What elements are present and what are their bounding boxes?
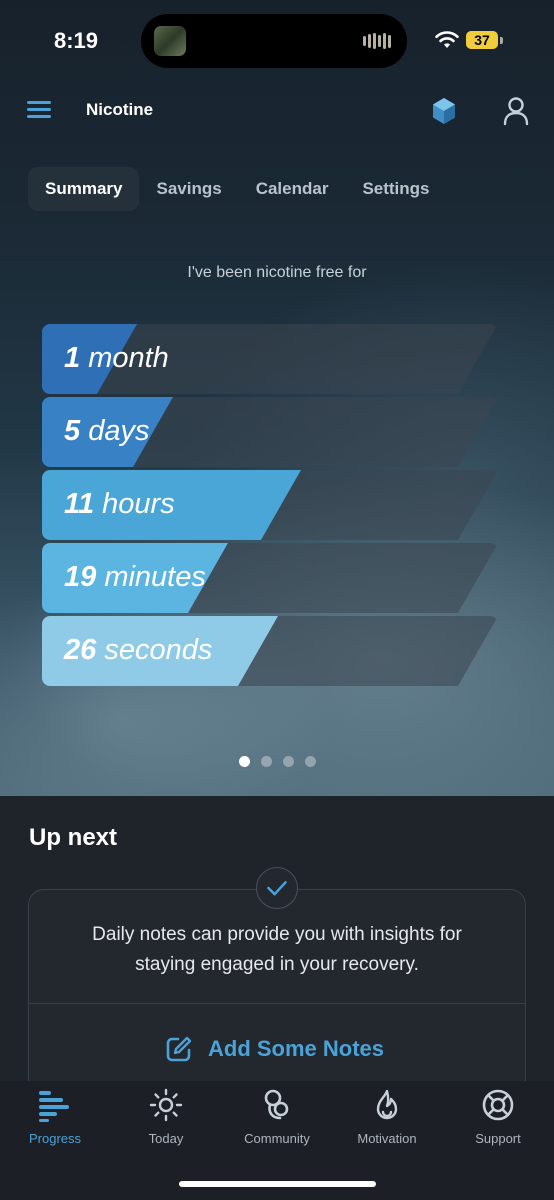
tab-support[interactable]: Support: [448, 1088, 548, 1146]
duration-label: 5 days: [64, 415, 150, 447]
album-art-icon: [154, 26, 186, 56]
intro-text: I've been nicotine free for: [187, 264, 367, 281]
community-icon: [264, 1089, 289, 1120]
section-heading: Up next: [29, 824, 118, 851]
page-dot[interactable]: [260, 756, 272, 767]
tab-summary[interactable]: Summary: [28, 167, 140, 211]
duration-bar-minutes: 19 minutes: [42, 543, 498, 613]
add-notes-button[interactable]: Add Some Notes: [164, 1034, 384, 1064]
tab-savings[interactable]: Savings: [139, 167, 238, 211]
battery-indicator: 37: [466, 31, 498, 49]
audio-wave-icon: [363, 32, 391, 50]
tab-label: Support: [475, 1131, 521, 1146]
divider: [29, 1003, 525, 1004]
tab-community[interactable]: Community: [227, 1088, 327, 1146]
tab-today[interactable]: Today: [116, 1088, 216, 1146]
tab-label: Motivation: [357, 1131, 417, 1146]
add-notes-label: Add Some Notes: [208, 1036, 385, 1061]
duration-bar-month: 1 month: [42, 324, 498, 394]
duration-label: 26 seconds: [64, 634, 213, 666]
tab-progress[interactable]: Progress: [5, 1088, 105, 1146]
duration-bar-seconds: 26 seconds: [42, 616, 498, 686]
page-title: Nicotine: [86, 100, 154, 119]
tab-label: Community: [244, 1131, 310, 1146]
checkmark-icon: [256, 867, 298, 909]
lifebuoy-icon: [482, 1089, 514, 1121]
duration-label: 19 minutes: [64, 561, 206, 593]
edit-note-icon: [166, 1036, 192, 1062]
dynamic-island: [141, 14, 407, 68]
duration-label: 11 hours: [64, 488, 175, 520]
duration-bar-days: 5 days: [42, 397, 498, 467]
tab-label: Today: [148, 1131, 184, 1146]
tab-motivation[interactable]: Motivation: [337, 1088, 437, 1146]
page-dot[interactable]: [304, 756, 316, 767]
wifi-icon: [435, 31, 459, 48]
duration-label: 1 month: [64, 342, 169, 374]
duration-bar-hours: 11 hours: [42, 470, 498, 540]
sun-icon: [149, 1088, 183, 1122]
page-dot[interactable]: [282, 756, 294, 767]
person-icon[interactable]: [502, 96, 530, 126]
page-dot[interactable]: [238, 756, 250, 767]
tab-settings[interactable]: Settings: [345, 167, 446, 211]
progress-bars-icon: [39, 1091, 69, 1122]
tab-calendar[interactable]: Calendar: [239, 167, 346, 211]
battery-tip: [500, 37, 503, 44]
hamburger-icon[interactable]: [27, 101, 51, 121]
card-message: Daily notes can provide you with insight…: [92, 924, 462, 975]
status-time: 8:19: [54, 28, 99, 53]
hexagon-badge-icon[interactable]: [430, 97, 458, 125]
flame-icon: [376, 1089, 398, 1120]
page-indicator[interactable]: [0, 756, 554, 767]
home-indicator[interactable]: [179, 1181, 376, 1187]
segment-tabs: Summary Savings Calendar Settings: [28, 167, 447, 211]
tab-label: Progress: [28, 1131, 82, 1146]
